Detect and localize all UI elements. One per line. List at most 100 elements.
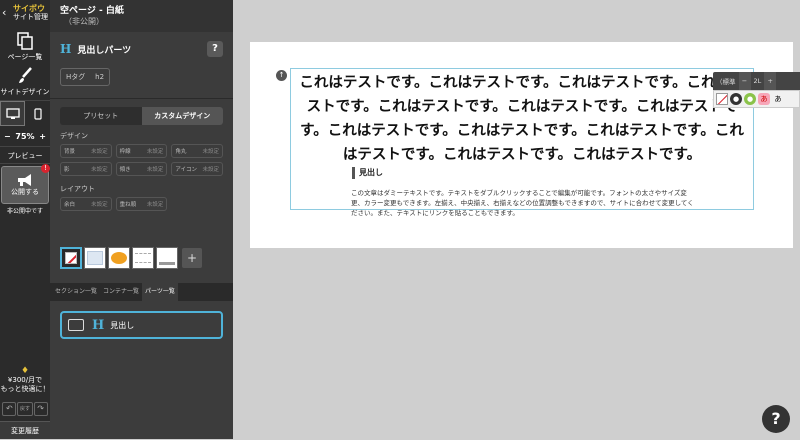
toolbar-row-top: （標準 − 2L + [713, 72, 800, 90]
page-title: 空ページ - 白紙 [60, 6, 124, 16]
settings-panel: 空ページ - 白紙 （非公開） H 見出しパーツ ? Hタグ h2 プリセット カ… [50, 0, 233, 439]
history-button[interactable]: 変更履歴 [0, 421, 50, 439]
swatch-none[interactable] [60, 247, 82, 269]
size-up-button[interactable]: + [764, 72, 777, 90]
design-tabs: プリセット カスタムデザイン [60, 107, 223, 125]
font-select[interactable]: （標準 [713, 76, 739, 86]
swatch-orange[interactable] [108, 247, 130, 269]
prop-name: 背景 [64, 149, 76, 155]
pages-button[interactable]: ページ一覧 [0, 30, 50, 64]
parts-header: H 見出しパーツ ? [50, 32, 233, 66]
brand-sub: サイト管理 [13, 13, 48, 21]
swatch-dashed[interactable] [132, 247, 154, 269]
htag-select[interactable]: Hタグ h2 [60, 68, 110, 86]
zoom-control: − 75% + [0, 126, 50, 146]
upsell-price: ¥300/月で [7, 376, 43, 384]
monitor-icon [5, 107, 20, 119]
dashed-lines-icon [135, 253, 151, 263]
list-tabs: セクション一覧 コンテナ一覧 パーツ一覧 [50, 283, 233, 301]
prop-name: 傾き [119, 167, 131, 173]
pages-icon [14, 32, 36, 50]
green-style-icon[interactable]: ● [744, 93, 756, 105]
tab-parts[interactable]: パーツ一覧 [142, 283, 178, 301]
undo-redo: ↶ 戻す ↷ [0, 402, 50, 416]
heading-icon: H [92, 317, 105, 333]
monitor-icon [68, 319, 84, 331]
black-style-icon[interactable]: ● [730, 93, 742, 105]
desktop-view-button[interactable] [0, 101, 25, 126]
prop-skew[interactable]: 傾き 未設定 [115, 162, 168, 176]
tab-custom-design[interactable]: カスタムデザイン [141, 107, 223, 125]
prop-background[interactable]: 背景 未設定 [60, 144, 112, 158]
heading-text[interactable]: これはテストです。これはテストです。これはテストです。これはテストです。これはテ… [294, 71, 750, 167]
prop-name: 角丸 [175, 149, 187, 155]
toolbar-row-bottom: ● ● あ あ [713, 90, 800, 108]
add-swatch-button[interactable]: + [182, 248, 202, 268]
tab-sections[interactable]: セクション一覧 [52, 283, 100, 301]
publish-status: 非公開中です [6, 208, 43, 215]
site-design-button[interactable]: サイトデザイン [0, 64, 50, 100]
prop-value: 未設定 [91, 149, 108, 155]
zoom-in-button[interactable]: + [39, 132, 46, 141]
publish-button[interactable]: ! 公開する [1, 164, 50, 204]
size-value: 2L [753, 77, 762, 85]
prop-name: アイコン [175, 167, 198, 173]
megaphone-icon [18, 174, 31, 186]
move-handle-icon[interactable]: ↑ [276, 70, 287, 81]
swatch-dots[interactable] [84, 247, 106, 269]
prop-zindex[interactable]: 重ね順 未設定 [115, 197, 168, 211]
alert-badge: ! [41, 164, 50, 173]
prop-name: 余白 [64, 202, 76, 208]
dots-pattern-icon [87, 251, 103, 265]
prop-name: 重ね順 [119, 202, 137, 208]
htag-value: h2 [95, 73, 105, 81]
body-text[interactable]: この文章はダミーテキストです。テキストをダブルクリックすることで編集が可能です。… [351, 188, 696, 218]
clear-style-icon[interactable] [716, 93, 728, 105]
site-manage-link[interactable]: ‹ サイボウ サイト管理 [0, 0, 50, 30]
style-swatches: + [60, 247, 223, 269]
phone-icon [33, 107, 42, 120]
heading-part-card[interactable]: H 見出し [60, 311, 223, 339]
panel-help-button[interactable]: ? [207, 41, 223, 57]
preview-button[interactable]: プレビュー [0, 146, 50, 164]
tab-preset[interactable]: プリセット [60, 107, 142, 125]
help-button[interactable]: ? [762, 405, 790, 433]
tab-containers[interactable]: コンテナ一覧 [100, 283, 142, 301]
brand-name: サイボウ [13, 4, 45, 13]
upgrade-banner[interactable]: ♦ ¥300/月で もっと快適に！ [0, 366, 50, 400]
redo-icon[interactable]: ↷ [33, 402, 48, 416]
diamond-icon: ♦ [20, 366, 30, 376]
prop-icon[interactable]: アイコン 未設定 [171, 162, 223, 176]
brush-icon [14, 67, 36, 85]
size-down-button[interactable]: − [738, 72, 751, 90]
prop-border[interactable]: 枠線 未設定 [115, 144, 168, 158]
undo-icon[interactable]: ↶ [2, 402, 17, 416]
undo-button[interactable]: 戻す [16, 402, 33, 416]
text-style-button[interactable]: あ [772, 93, 784, 105]
zoom-out-button[interactable]: − [4, 132, 11, 141]
prop-value: 未設定 [202, 167, 219, 173]
prop-radius[interactable]: 角丸 未設定 [171, 144, 223, 158]
swatch-underline[interactable] [156, 247, 178, 269]
parts-title: 見出しパーツ [77, 45, 132, 56]
prop-value: 未設定 [146, 202, 164, 208]
mobile-view-button[interactable] [25, 101, 50, 126]
pink-style-icon[interactable]: あ [758, 93, 770, 105]
layout-section-label: レイアウト [60, 185, 95, 193]
prop-margin[interactable]: 余白 未設定 [60, 197, 112, 211]
htag-label: Hタグ [65, 73, 86, 81]
design-section-label: デザイン [60, 132, 88, 140]
underline-icon [159, 251, 175, 265]
page-header: 空ページ - 白紙 （非公開） [50, 0, 233, 32]
design-label: サイトデザイン [0, 88, 50, 96]
sub-heading[interactable]: 見出し [352, 167, 383, 179]
prop-shadow[interactable]: 影 未設定 [60, 162, 112, 176]
orange-circle-icon [111, 252, 127, 264]
prop-value: 未設定 [146, 149, 164, 155]
heading-icon: H [60, 42, 72, 56]
text-toolbar: （標準 − 2L + ● ● あ あ [713, 72, 800, 110]
design-props: 背景 未設定 枠線 未設定 角丸 未設定 影未設定 傾き 未設定 アイコン 未設定 [60, 144, 223, 176]
publish-label: 公開する [11, 188, 39, 196]
upsell-sub: もっと快適に！ [0, 385, 50, 393]
